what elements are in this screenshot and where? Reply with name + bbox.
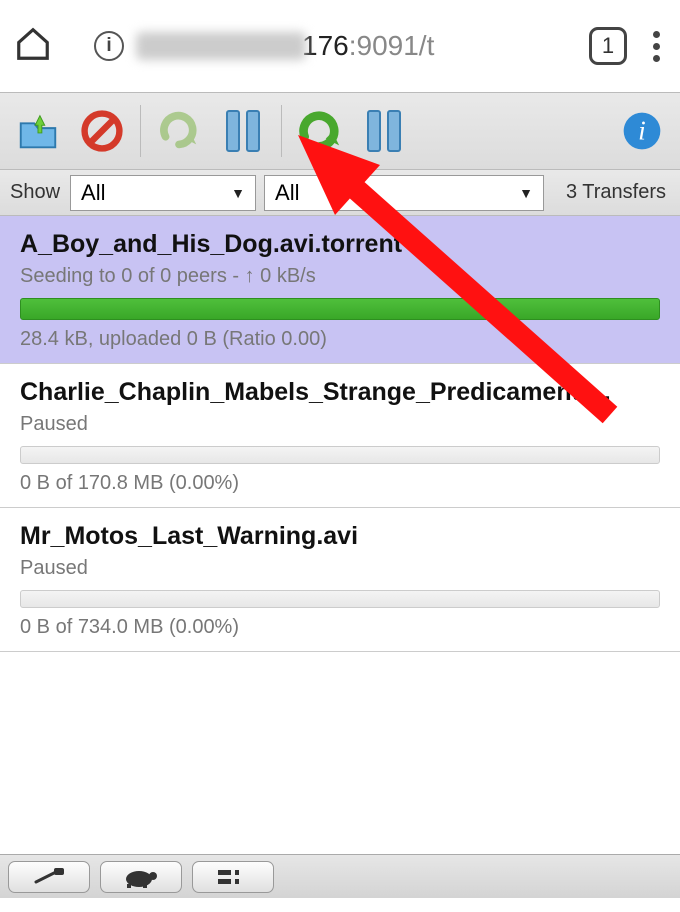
tab-count-button[interactable]: 1	[589, 27, 627, 65]
torrent-status: Seeding to 0 of 0 peers - ↑ 0 kB/s	[20, 265, 660, 288]
torrent-row[interactable]: A_Boy_and_His_Dog.avi.torrent Seeding to…	[0, 216, 680, 364]
state-filter-select[interactable]: All ▼	[70, 175, 256, 211]
toolbar-separator	[281, 105, 282, 157]
torrent-title: Charlie_Chaplin_Mabels_Strange_Predicame…	[20, 378, 660, 407]
toolbar: i	[0, 92, 680, 170]
tracker-filter-value: All	[275, 180, 299, 206]
start-all-button[interactable]	[292, 103, 348, 159]
chevron-down-icon: ▼	[231, 185, 245, 201]
svg-text:i: i	[638, 114, 646, 145]
start-button[interactable]	[151, 103, 207, 159]
torrent-row[interactable]: Mr_Motos_Last_Warning.avi Paused 0 B of …	[0, 508, 680, 652]
torrent-footer: 0 B of 734.0 MB (0.00%)	[20, 616, 660, 639]
turtle-mode-button[interactable]	[100, 861, 182, 893]
progress-bar	[20, 446, 660, 464]
state-filter-value: All	[81, 180, 105, 206]
torrent-status: Paused	[20, 557, 660, 580]
chevron-down-icon: ▼	[519, 185, 533, 201]
pause-all-button[interactable]	[356, 103, 412, 159]
progress-bar	[20, 590, 660, 608]
torrent-footer: 28.4 kB, uploaded 0 B (Ratio 0.00)	[20, 328, 660, 351]
browser-chrome: i 176:9091/t 1	[0, 0, 680, 92]
site-info-icon[interactable]: i	[94, 31, 124, 61]
torrent-footer: 0 B of 170.8 MB (0.00%)	[20, 472, 660, 495]
address-bar[interactable]: i 176:9091/t	[72, 17, 569, 75]
settings-button[interactable]	[8, 861, 90, 893]
remove-torrent-button[interactable]	[74, 103, 130, 159]
status-bar	[0, 854, 680, 898]
url-text: 176:9091/t	[136, 30, 547, 62]
open-torrent-button[interactable]	[10, 103, 66, 159]
torrent-title: A_Boy_and_His_Dog.avi.torrent	[20, 230, 660, 259]
toolbar-separator	[140, 105, 141, 157]
transfer-count: 3 Transfers	[560, 181, 672, 204]
progress-bar	[20, 298, 660, 320]
home-icon[interactable]	[14, 25, 52, 68]
torrent-list: A_Boy_and_His_Dog.avi.torrent Seeding to…	[0, 216, 680, 652]
torrent-title: Mr_Motos_Last_Warning.avi	[20, 522, 660, 551]
overflow-menu-icon[interactable]	[647, 31, 666, 62]
inspector-button[interactable]: i	[614, 103, 670, 159]
compact-view-button[interactable]	[192, 861, 274, 893]
torrent-status: Paused	[20, 413, 660, 436]
torrent-row[interactable]: Charlie_Chaplin_Mabels_Strange_Predicame…	[0, 364, 680, 508]
show-label: Show	[8, 181, 62, 204]
filter-bar: Show All ▼ All ▼ 3 Transfers	[0, 170, 680, 216]
pause-button[interactable]	[215, 103, 271, 159]
tracker-filter-select[interactable]: All ▼	[264, 175, 544, 211]
